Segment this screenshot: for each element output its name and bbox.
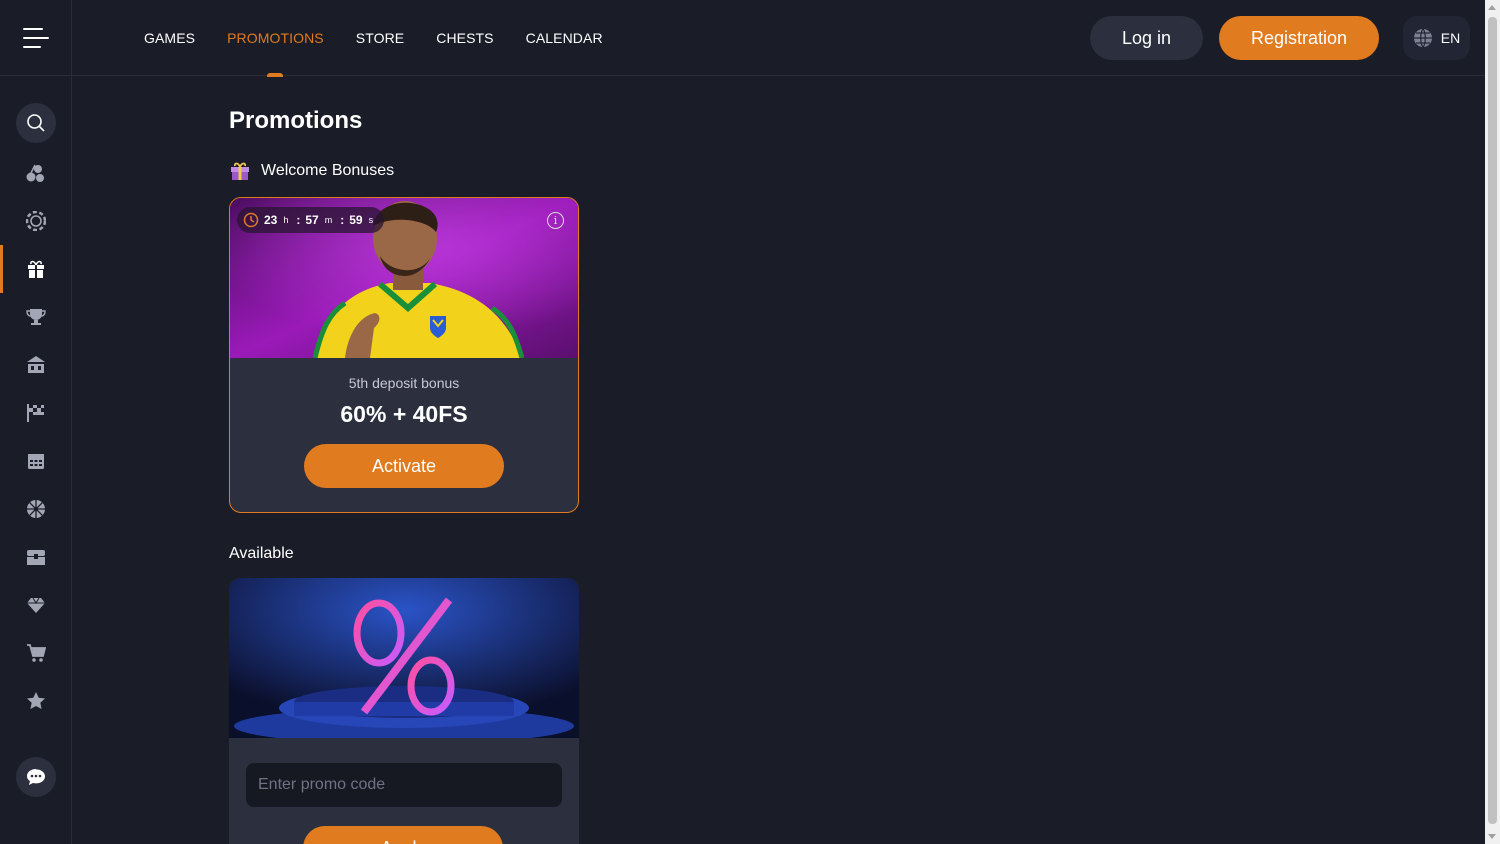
bonus-amount: 60% + 40FS	[340, 401, 468, 427]
promo-code-card: Apply	[229, 578, 579, 844]
sidebar-shop[interactable]	[0, 633, 72, 673]
timer-minutes-unit: m	[324, 215, 333, 225]
gift-icon	[231, 162, 249, 180]
nav-calendar[interactable]: CALENDAR	[526, 0, 603, 76]
sidebar-races[interactable]	[0, 393, 72, 433]
sidebar-favorites[interactable]	[0, 681, 72, 721]
nav-games[interactable]: GAMES	[144, 0, 195, 76]
chat-icon	[27, 769, 45, 785]
sidebar-live-casino[interactable]	[0, 201, 72, 241]
sidebar	[0, 76, 72, 844]
scrollbar-thumb[interactable]	[1488, 17, 1497, 824]
nav-chests[interactable]: CHESTS	[436, 0, 493, 76]
nav-store[interactable]: STORE	[356, 0, 404, 76]
cherries-icon	[26, 164, 44, 182]
cart-icon	[27, 644, 46, 662]
chat-button[interactable]	[16, 757, 56, 797]
sidebar-chests[interactable]	[0, 537, 72, 577]
calendar-icon	[28, 454, 44, 469]
trophy-icon	[26, 309, 46, 325]
star-icon	[27, 692, 45, 709]
welcome-bonus-card: 23 h: 57 m: 59 s i 5th deposit bonus 60% + …	[229, 197, 579, 513]
chest-icon	[27, 550, 45, 565]
sidebar-tournaments[interactable]	[0, 297, 72, 337]
race-flag-icon	[27, 404, 44, 422]
neon-percent-banner-image	[229, 578, 579, 738]
info-icon[interactable]: i	[547, 212, 564, 229]
timer-minutes: 57	[305, 213, 319, 227]
globe-icon	[1413, 28, 1432, 48]
welcome-bonuses-label: Welcome Bonuses	[261, 162, 395, 179]
sidebar-vip[interactable]	[0, 585, 72, 625]
scroll-up-arrow-icon[interactable]	[1488, 5, 1496, 10]
sidebar-search[interactable]	[0, 103, 72, 143]
nav-promotions[interactable]: PROMOTIONS	[227, 0, 324, 77]
sidebar-calendar[interactable]	[0, 441, 72, 481]
main-nav: GAMES PROMOTIONS STORE CHESTS CALENDAR	[144, 0, 635, 77]
bonus-countdown-timer: 23 h: 57 m: 59 s	[237, 207, 385, 233]
timer-hours: 23	[264, 213, 278, 227]
sidebar-wheel[interactable]	[0, 489, 72, 529]
language-code: EN	[1440, 30, 1461, 46]
gift-icon	[28, 260, 44, 278]
page-scrollbar[interactable]	[1485, 0, 1500, 844]
registration-button[interactable]: Registration	[1219, 16, 1379, 60]
live-casino-chip-icon	[26, 211, 46, 231]
sidebar-store[interactable]	[0, 345, 72, 385]
bonus-subtitle: 5th deposit bonus	[348, 375, 460, 391]
clock-icon	[243, 212, 259, 228]
timer-seconds-unit: s	[368, 215, 374, 225]
store-building-icon	[27, 356, 45, 373]
sidebar-slots[interactable]	[0, 153, 72, 193]
search-icon	[27, 114, 45, 132]
promo-code-banner	[229, 578, 579, 738]
diamond-icon	[27, 597, 45, 613]
apply-button[interactable]: Apply	[303, 826, 503, 844]
timer-hours-unit: h	[283, 215, 289, 225]
menu-burger-icon[interactable]	[0, 0, 72, 76]
top-header: GAMES PROMOTIONS STORE CHESTS CALENDAR L…	[0, 0, 1485, 77]
available-label: Available	[229, 545, 294, 562]
welcome-bonus-banner: 23 h: 57 m: 59 s i	[230, 198, 578, 358]
sidebar-promotions[interactable]	[0, 245, 72, 293]
scroll-down-arrow-icon[interactable]	[1488, 834, 1496, 839]
promo-code-input[interactable]	[246, 763, 562, 807]
timer-seconds: 59	[349, 213, 363, 227]
language-selector[interactable]: EN	[1403, 16, 1470, 60]
available-heading: Available	[229, 545, 294, 563]
activate-button[interactable]: Activate	[304, 444, 504, 488]
login-button[interactable]: Log in	[1090, 16, 1203, 60]
wheel-icon	[27, 500, 45, 518]
welcome-bonuses-heading: Welcome Bonuses	[229, 161, 394, 181]
page-title: Promotions	[229, 107, 363, 134]
